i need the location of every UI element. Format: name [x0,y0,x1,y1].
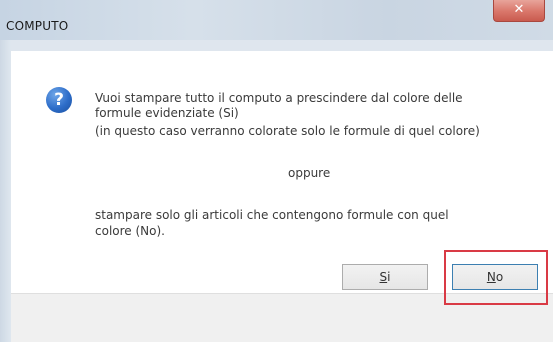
window-frame-left [0,40,11,342]
close-button[interactable]: ✕ [493,0,545,22]
button-bar [11,293,553,342]
message-line-1: Vuoi stampare tutto il computo a prescin… [95,91,463,105]
message-separator: oppure [288,166,331,180]
message-line-3: (in questo caso verranno colorate solo l… [95,124,480,138]
message-area [11,51,553,293]
no-button[interactable]: No [452,264,538,290]
message-line-4: stampare solo gli articoli che contengon… [95,208,449,222]
yes-button[interactable]: Si [342,264,428,290]
window-title: COMPUTO [6,19,69,33]
question-icon: ? [46,87,72,113]
message-line-2: formule evidenziate (Si) [95,106,239,120]
message-line-5: colore (No). [95,224,165,238]
no-button-label-rest: o [495,270,504,284]
yes-button-label-rest: i [387,270,391,284]
yes-button-mnemonic: S [379,270,388,284]
close-icon: ✕ [513,2,525,17]
title-bar[interactable]: COMPUTO ✕ [0,0,553,40]
no-button-mnemonic: N [486,270,496,284]
dialog-window: COMPUTO ✕ ? Vuoi stampare tutto il compu… [0,0,553,342]
